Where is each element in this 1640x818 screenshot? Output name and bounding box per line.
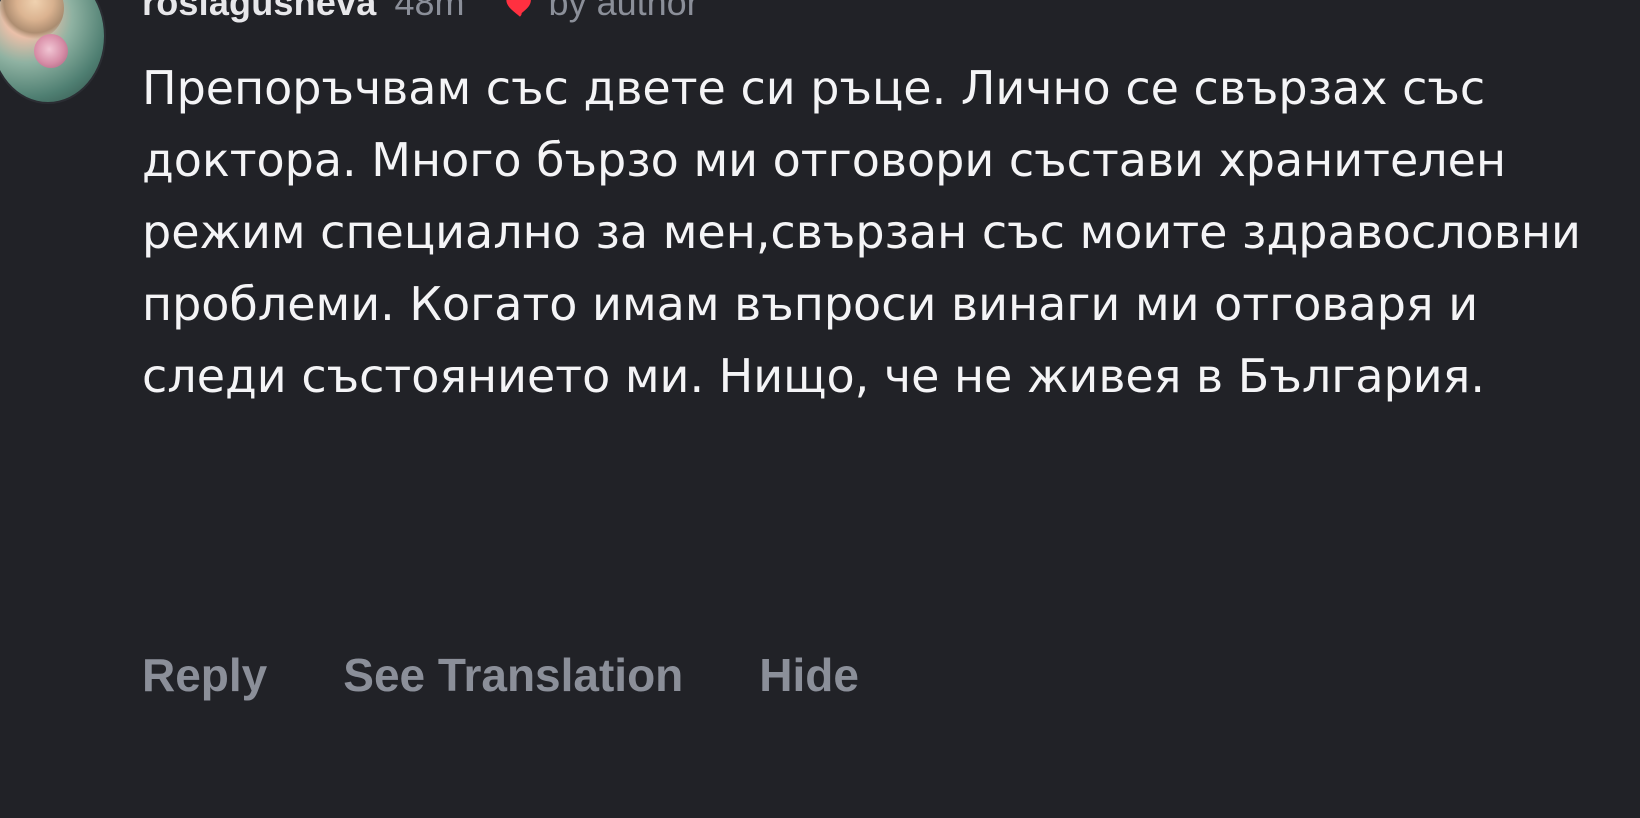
comment-header: roslagusheva 48m by author	[142, 0, 699, 24]
comment-text: Препоръчвам със двете си ръце. Лично се …	[142, 61, 1581, 403]
avatar-image-rose	[34, 34, 68, 68]
liked-by-author: by author	[503, 0, 699, 24]
liked-by-author-label: by author	[548, 0, 699, 23]
heart-icon	[505, 0, 531, 17]
comment-actions: Reply See Translation Hide	[142, 648, 859, 702]
comment-time: 48m	[394, 0, 465, 23]
avatar[interactable]	[0, 0, 104, 102]
reply-button[interactable]: Reply	[142, 648, 267, 702]
hide-button[interactable]: Hide	[759, 648, 859, 702]
username[interactable]: roslagusheva	[142, 0, 377, 24]
see-translation-button[interactable]: See Translation	[343, 648, 683, 702]
comment-screen: roslagusheva 48m by author Препоръчвам с…	[0, 0, 1640, 818]
